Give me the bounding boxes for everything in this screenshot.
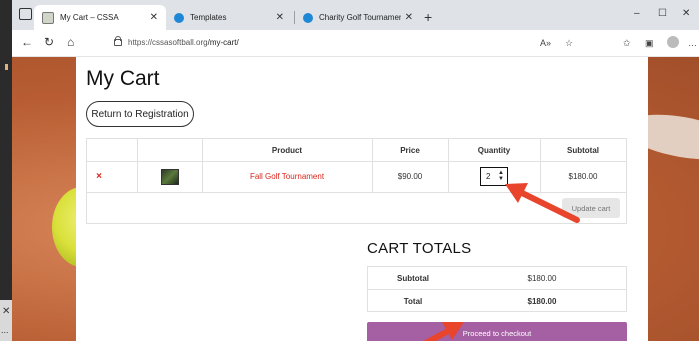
- desktop-left-strip: ✕ ...: [0, 0, 12, 341]
- browser-window: My Cart – CSSA ✕ Templates ✕ Charity Gol…: [12, 0, 699, 341]
- side-panel-more-button[interactable]: ...: [1, 325, 9, 335]
- arrow-to-checkout-icon: [423, 322, 464, 341]
- desktop-marker: [5, 64, 8, 70]
- side-panel-close-button[interactable]: ✕: [2, 306, 10, 317]
- annotation-arrows: [423, 183, 580, 341]
- arrow-to-quantity-icon: [505, 183, 580, 223]
